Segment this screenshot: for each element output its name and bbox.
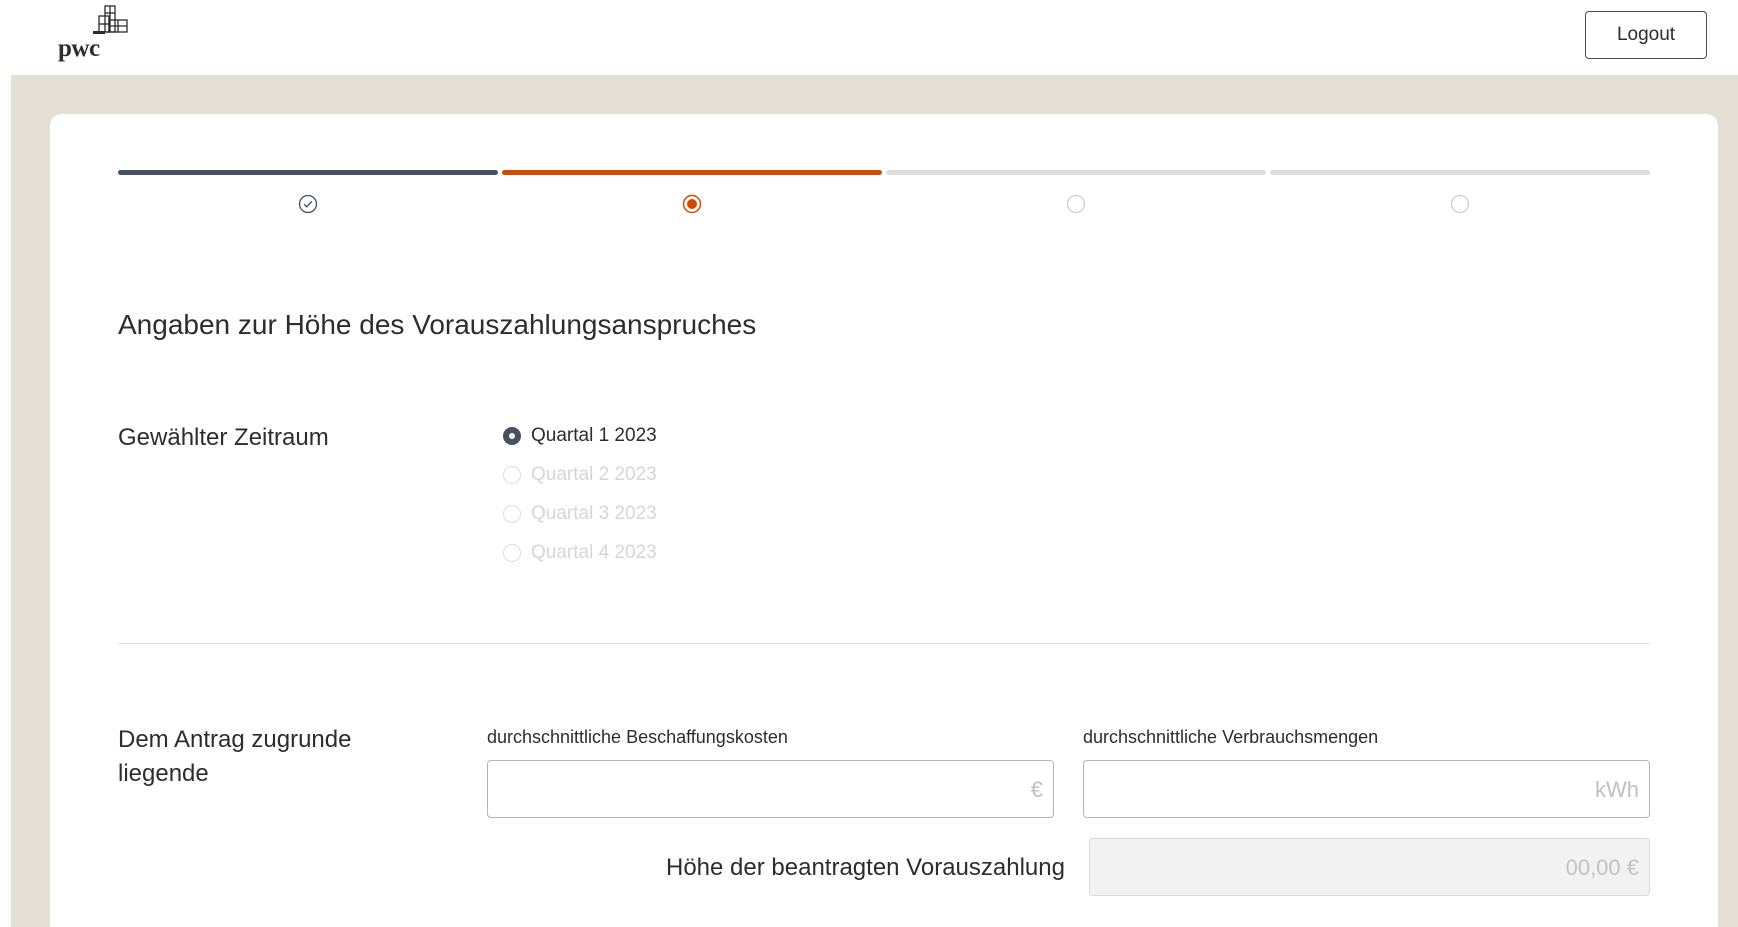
beschaffungskosten-input[interactable] bbox=[488, 761, 1053, 817]
euro-unit: € bbox=[1030, 777, 1043, 802]
radio-dot-icon bbox=[682, 194, 702, 214]
pwc-building-mark bbox=[93, 5, 128, 34]
radio-unchecked-icon bbox=[503, 544, 521, 562]
verbrauchsmengen-label: durchschnittliche Verbrauchsmengen bbox=[1083, 727, 1379, 747]
step-1[interactable] bbox=[118, 170, 498, 220]
vorauszahlung-label: Höhe der beantragten Vorauszahlung bbox=[666, 854, 1065, 881]
radio-label: Quartal 2 2023 bbox=[531, 464, 657, 485]
radio-quartal-4: Quartal 4 2023 bbox=[503, 541, 743, 565]
step-2[interactable] bbox=[502, 170, 882, 220]
step-3[interactable] bbox=[886, 170, 1266, 220]
radio-checked-icon[interactable] bbox=[503, 427, 521, 445]
step-4-bar bbox=[1270, 170, 1650, 175]
step-3-bar bbox=[886, 170, 1266, 175]
antrag-label: Dem Antrag zugrunde liegende bbox=[118, 726, 352, 787]
radio-label: Quartal 1 2023 bbox=[531, 425, 657, 446]
top-bar: pwc Logout bbox=[0, 0, 1738, 75]
beschaffungskosten-label: durchschnittliche Beschaffungskosten bbox=[487, 727, 788, 747]
progress-stepper bbox=[118, 170, 1650, 220]
radio-quartal-3: Quartal 3 2023 bbox=[503, 502, 743, 526]
step-1-bar bbox=[118, 170, 498, 175]
beschaffungskosten-field[interactable]: € bbox=[487, 760, 1054, 818]
radio-label: Quartal 3 2023 bbox=[531, 503, 657, 524]
check-circle-icon bbox=[298, 194, 318, 214]
verbrauchsmengen-input[interactable] bbox=[1084, 761, 1649, 817]
vorauszahlung-field: 00,00 € bbox=[1089, 838, 1650, 896]
empty-circle-icon bbox=[1450, 194, 1470, 214]
step-2-bar bbox=[502, 170, 882, 175]
radio-quartal-2: Quartal 2 2023 bbox=[503, 463, 743, 487]
section-title: Angaben zur Höhe des Vorauszahlungsanspr… bbox=[118, 309, 757, 340]
pwc-logo: pwc bbox=[58, 4, 138, 66]
vorauszahlung-value: 00,00 € bbox=[1565, 855, 1639, 880]
empty-circle-icon bbox=[1066, 194, 1086, 214]
verbrauchsmengen-field[interactable]: kWh bbox=[1083, 760, 1650, 818]
radio-label: Quartal 4 2023 bbox=[531, 542, 657, 563]
radio-unchecked-icon bbox=[503, 505, 521, 523]
zeitraum-label: Gewählter Zeitraum bbox=[118, 424, 329, 451]
radio-quartal-1[interactable]: Quartal 1 2023 bbox=[503, 424, 743, 448]
section-divider bbox=[118, 643, 1650, 644]
step-4[interactable] bbox=[1270, 170, 1650, 220]
logout-button[interactable]: Logout bbox=[1585, 11, 1707, 59]
pwc-wordmark: pwc bbox=[58, 35, 100, 62]
radio-unchecked-icon bbox=[503, 466, 521, 484]
kwh-unit: kWh bbox=[1595, 777, 1639, 802]
